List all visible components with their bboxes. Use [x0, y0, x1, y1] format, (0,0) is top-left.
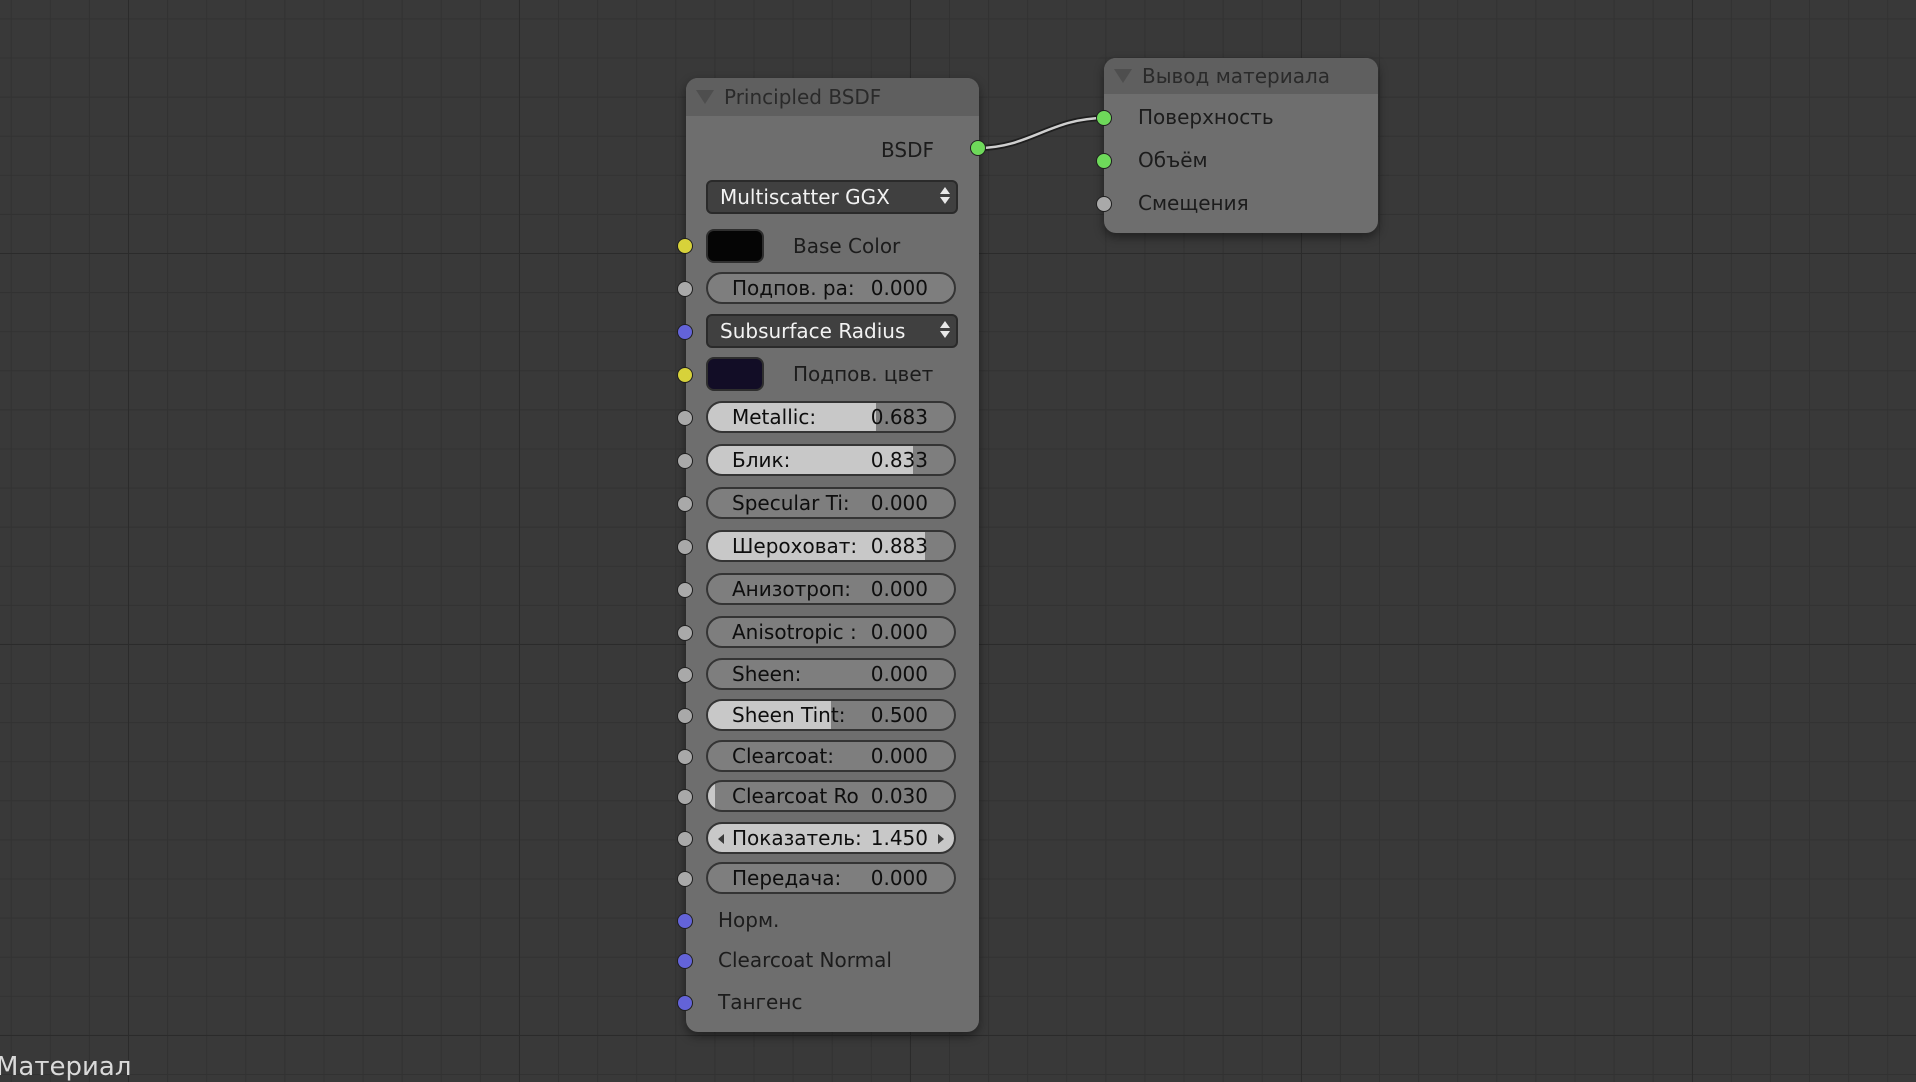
- subsurface-color-socket[interactable]: [677, 367, 693, 383]
- transmission-socket[interactable]: [677, 871, 693, 887]
- sheen-socket[interactable]: [677, 667, 693, 683]
- bsdf-output-label: BSDF: [881, 138, 934, 162]
- anisotropic-socket[interactable]: [677, 582, 693, 598]
- base-color-swatch[interactable]: [706, 229, 764, 263]
- updown-arrows-icon: [940, 187, 950, 204]
- sheen-label: Sheen:: [732, 662, 802, 686]
- collapse-triangle-icon[interactable]: [696, 90, 714, 104]
- tangent-label: Тангенс: [718, 990, 803, 1014]
- specular-label: Блик:: [732, 448, 791, 472]
- sheen-tint-field[interactable]: Sheen Tint: 0.500: [706, 699, 956, 731]
- specular-socket[interactable]: [677, 453, 693, 469]
- anisotropic-rotation-field[interactable]: Anisotropic : 0.000: [706, 616, 956, 648]
- clearcoat-roughness-label: Clearcoat Ro: [732, 784, 859, 808]
- updown-arrows-icon: [940, 321, 950, 338]
- transmission-label: Передача:: [732, 866, 842, 890]
- specular-tint-field[interactable]: Specular Ti: 0.000: [706, 487, 956, 519]
- metallic-field[interactable]: Metallic: 0.683: [706, 401, 956, 433]
- sheen-tint-value: 0.500: [870, 703, 928, 727]
- specular-value: 0.833: [870, 448, 928, 472]
- clearcoat-roughness-socket[interactable]: [677, 789, 693, 805]
- output-node-header[interactable]: Вывод материала: [1104, 58, 1378, 94]
- clearcoat-roughness-value: 0.030: [870, 784, 928, 808]
- anisotropic-rotation-label: Anisotropic :: [732, 620, 857, 644]
- metallic-label: Metallic:: [732, 405, 817, 429]
- anisotropic-field[interactable]: Анизотроп: 0.000: [706, 573, 956, 605]
- clearcoat-socket[interactable]: [677, 749, 693, 765]
- bsdf-to-surface-wire: [977, 115, 1106, 151]
- tangent-socket[interactable]: [677, 995, 693, 1011]
- sheen-value: 0.000: [870, 662, 928, 686]
- increment-arrow-icon[interactable]: [938, 834, 944, 844]
- clearcoat-normal-socket[interactable]: [677, 953, 693, 969]
- normal-label: Норм.: [718, 908, 780, 932]
- bsdf-output-row: BSDF: [686, 130, 979, 170]
- anisotropic-label: Анизотроп:: [732, 577, 852, 601]
- subsurface-radius-socket[interactable]: [677, 324, 693, 340]
- sheen-tint-label: Sheen Tint:: [732, 703, 846, 727]
- anisotropic-rotation-socket[interactable]: [677, 625, 693, 641]
- subsurface-method-value: Subsurface Radius: [720, 319, 906, 343]
- anisotropic-rotation-value: 0.000: [870, 620, 928, 644]
- output-node-title: Вывод материала: [1142, 64, 1331, 88]
- material-output-node[interactable]: Вывод материала Поверхность Объём Смещен…: [1096, 58, 1378, 233]
- anisotropic-value: 0.000: [870, 577, 928, 601]
- roughness-value: 0.883: [870, 534, 928, 558]
- subsurface-value: 0.000: [870, 276, 928, 300]
- roughness-label: Шероховат:: [732, 534, 858, 558]
- metallic-value: 0.683: [870, 405, 928, 429]
- subsurface-color-label: Подпов. цвет: [793, 362, 934, 386]
- roughness-field[interactable]: Шероховат: 0.883: [706, 530, 956, 562]
- principled-node-title: Principled BSDF: [724, 85, 882, 109]
- base-color-socket[interactable]: [677, 238, 693, 254]
- ior-value: 1.450: [870, 826, 928, 850]
- subsurface-field[interactable]: Подпов. ра: 0.000: [706, 272, 956, 304]
- clearcoat-label: Clearcoat:: [732, 744, 834, 768]
- volume-input-socket[interactable]: [1096, 153, 1112, 169]
- collapse-triangle-icon[interactable]: [1114, 69, 1132, 83]
- displacement-label: Смещения: [1138, 191, 1249, 215]
- clearcoat-roughness-field[interactable]: Clearcoat Ro 0.030: [706, 780, 956, 812]
- principled-bsdf-node[interactable]: Principled BSDF BSDF Multiscatter GGX Ba…: [677, 78, 986, 1032]
- principled-node-header[interactable]: Principled BSDF: [686, 78, 979, 116]
- clearcoat-field[interactable]: Clearcoat: 0.000: [706, 740, 956, 772]
- bsdf-to-surface-wire-highlight: [977, 116, 1106, 150]
- specular-tint-socket[interactable]: [677, 496, 693, 512]
- transmission-value: 0.000: [870, 866, 928, 890]
- clearcoat-normal-label: Clearcoat Normal: [718, 948, 892, 972]
- subsurface-label: Подпов. ра:: [732, 276, 855, 300]
- distribution-dropdown[interactable]: Multiscatter GGX: [706, 180, 958, 214]
- bsdf-output-socket[interactable]: [970, 140, 986, 156]
- normal-socket[interactable]: [677, 913, 693, 929]
- specular-field[interactable]: Блик: 0.833: [706, 444, 956, 476]
- specular-tint-value: 0.000: [870, 491, 928, 515]
- surface-input-socket[interactable]: [1096, 110, 1112, 126]
- surface-label: Поверхность: [1138, 105, 1274, 129]
- base-color-label: Base Color: [793, 234, 901, 258]
- subsurface-socket[interactable]: [677, 281, 693, 297]
- ior-field[interactable]: Показатель: 1.450: [706, 822, 956, 854]
- transmission-field[interactable]: Передача: 0.000: [706, 862, 956, 894]
- subsurface-method-dropdown[interactable]: Subsurface Radius: [706, 314, 958, 348]
- subsurface-color-swatch[interactable]: [706, 357, 764, 391]
- roughness-socket[interactable]: [677, 539, 693, 555]
- ior-label: Показатель:: [732, 826, 862, 850]
- material-editor-label: Материал: [0, 1052, 132, 1082]
- metallic-socket[interactable]: [677, 410, 693, 426]
- distribution-value: Multiscatter GGX: [720, 185, 890, 209]
- sheen-field[interactable]: Sheen: 0.000: [706, 658, 956, 690]
- clearcoat-value: 0.000: [870, 744, 928, 768]
- specular-tint-label: Specular Ti:: [732, 491, 850, 515]
- sheen-tint-socket[interactable]: [677, 708, 693, 724]
- ior-socket[interactable]: [677, 831, 693, 847]
- displacement-input-socket[interactable]: [1096, 196, 1112, 212]
- volume-label: Объём: [1138, 148, 1208, 172]
